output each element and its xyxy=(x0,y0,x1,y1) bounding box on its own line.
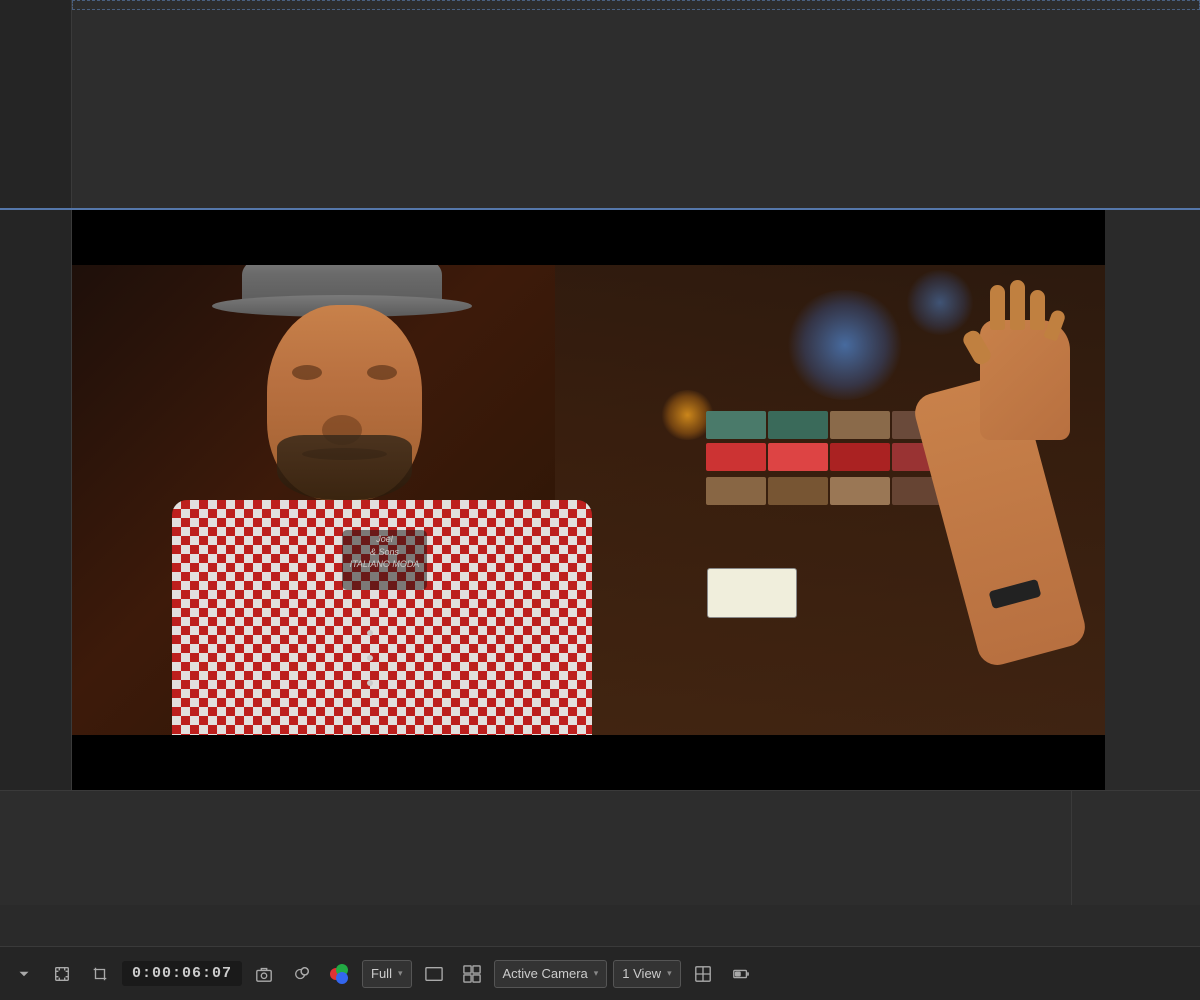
resolution-dropdown[interactable]: Full ▾ xyxy=(362,960,411,988)
viewer-container: ESCLUSIVS GLASSES ITALIANO MODA REAL SIN… xyxy=(72,210,1105,790)
person-hand xyxy=(980,320,1070,440)
toolbar: 0:00:06:07 Full ▾ xyxy=(0,946,1200,1000)
camera-label: Active Camera xyxy=(503,966,588,981)
view-count-label: 1 View xyxy=(622,966,661,981)
copy-frame-button[interactable] xyxy=(286,958,318,990)
viewer-dropdown-button[interactable] xyxy=(8,958,40,990)
bokeh-blue-small xyxy=(905,270,975,335)
layout-expand-button[interactable] xyxy=(687,958,719,990)
top-panel-header xyxy=(72,0,1200,10)
view-count-dropdown[interactable]: 1 View ▾ xyxy=(613,960,680,988)
camera-chevron: ▾ xyxy=(594,968,599,979)
snapshot-button[interactable] xyxy=(248,958,280,990)
view-count-chevron: ▾ xyxy=(667,968,672,979)
grid-view-button[interactable] xyxy=(456,958,488,990)
bokeh-blue-large xyxy=(785,290,905,400)
top-panel xyxy=(0,0,1200,210)
letterbox-bottom xyxy=(72,735,1105,790)
camera-dropdown[interactable]: Active Camera ▾ xyxy=(494,960,608,988)
crop-button[interactable] xyxy=(84,958,116,990)
resolution-chevron: ▾ xyxy=(398,968,403,979)
dot-blue xyxy=(336,972,348,984)
left-panel xyxy=(0,210,72,790)
frame-button[interactable] xyxy=(46,958,78,990)
letterbox-top xyxy=(72,210,1105,265)
video-frame[interactable]: ESCLUSIVS GLASSES ITALIANO MODA REAL SIN… xyxy=(72,210,1105,790)
bottom-panel xyxy=(0,790,1200,905)
timecode-display[interactable]: 0:00:06:07 xyxy=(122,961,242,986)
person-beard xyxy=(277,435,412,500)
resolution-label: Full xyxy=(371,966,392,981)
panel-divider xyxy=(1071,791,1072,905)
top-panel-left xyxy=(0,0,72,208)
color-correction-button[interactable] xyxy=(324,958,356,990)
render-button[interactable] xyxy=(725,958,757,990)
color-dots-icon xyxy=(326,960,354,988)
frame-view-button[interactable] xyxy=(418,958,450,990)
